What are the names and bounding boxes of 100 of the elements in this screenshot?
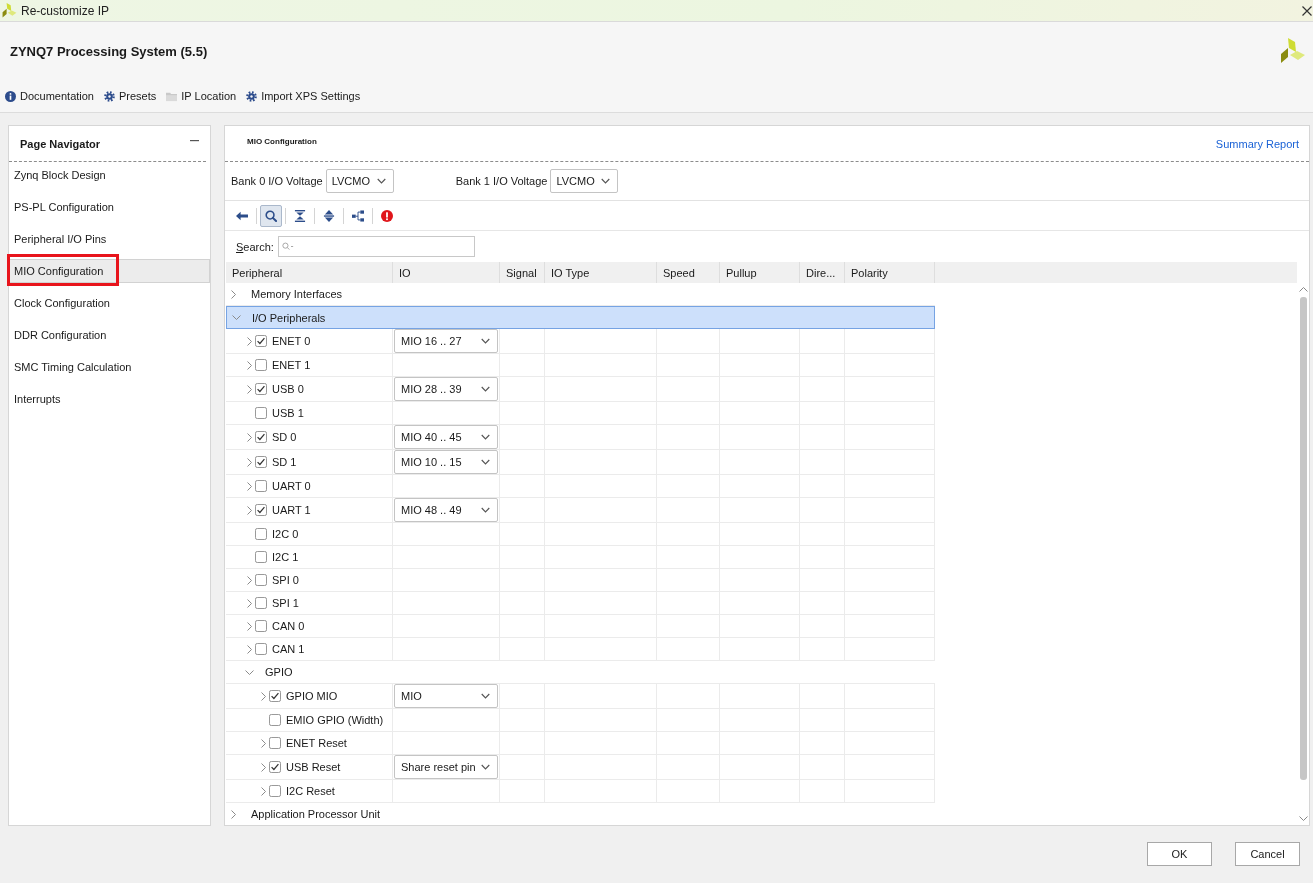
column-header[interactable]: Pullup	[720, 262, 800, 283]
nav-item[interactable]: MIO Configuration	[9, 259, 210, 283]
checkbox[interactable]	[269, 714, 281, 726]
search-field[interactable]	[277, 236, 475, 257]
close-icon[interactable]	[1302, 5, 1312, 16]
toolbar-link[interactable]: Import XPS Settings	[246, 87, 361, 105]
voltage-dropdown[interactable]: LVCMO	[550, 169, 619, 193]
table-row[interactable]: I2C 0	[226, 523, 935, 546]
io-dropdown[interactable]: MIO 10 .. 15	[394, 450, 498, 474]
chevron-down-icon[interactable]	[245, 669, 254, 675]
nav-item[interactable]: DDR Configuration	[9, 323, 210, 347]
chevron-right-icon[interactable]	[231, 809, 236, 819]
scroll-up-icon[interactable]	[1298, 287, 1308, 292]
table-row[interactable]: I2C 1	[226, 546, 935, 569]
io-dropdown[interactable]: MIO 16 .. 27	[394, 329, 498, 353]
checkbox[interactable]	[255, 528, 267, 540]
chevron-right-icon[interactable]	[260, 691, 266, 701]
chevron-down-icon	[481, 764, 490, 770]
io-dropdown[interactable]: MIO 40 .. 45	[394, 425, 498, 449]
chevron-right-icon[interactable]	[246, 575, 252, 585]
table-row[interactable]: USB Reset Share reset pin	[226, 755, 935, 780]
column-header[interactable]: Peripheral	[226, 262, 393, 283]
table-row[interactable]: UART 1 MIO 48 .. 49	[226, 498, 935, 523]
table-row[interactable]: I2C Reset	[226, 780, 935, 803]
nav-item[interactable]: Zynq Block Design	[9, 163, 210, 187]
chevron-right-icon[interactable]	[260, 786, 266, 796]
scroll-down-icon[interactable]	[1298, 816, 1308, 821]
chevron-down-icon[interactable]	[232, 315, 241, 320]
column-header[interactable]: Speed	[657, 262, 720, 283]
table-row[interactable]: ENET 0 MIO 16 .. 27	[226, 329, 935, 354]
chevron-right-icon[interactable]	[231, 289, 236, 299]
table-row[interactable]: SD 1 MIO 10 .. 15	[226, 450, 935, 475]
table-row[interactable]: Application Processor Unit	[226, 803, 935, 825]
chevron-right-icon[interactable]	[246, 644, 252, 654]
checkbox[interactable]	[255, 456, 267, 468]
checkbox[interactable]	[255, 359, 267, 371]
column-header[interactable]: Dire...	[800, 262, 845, 283]
table-row[interactable]: I/O Peripherals	[226, 306, 935, 329]
table-row[interactable]: USB 0 MIO 28 .. 39	[226, 377, 935, 402]
toolbar-link[interactable]: IP Location	[166, 87, 237, 105]
chevron-right-icon[interactable]	[260, 738, 266, 748]
chevron-right-icon[interactable]	[246, 336, 252, 346]
ok-button[interactable]: OK	[1147, 842, 1212, 866]
voltage-dropdown[interactable]: LVCMO	[325, 169, 394, 193]
nav-item[interactable]: Interrupts	[9, 387, 210, 411]
checkbox[interactable]	[255, 551, 267, 563]
toolbar-link[interactable]: Documentation	[5, 87, 94, 105]
scrollbar-thumb[interactable]	[1299, 297, 1307, 780]
chevron-right-icon[interactable]	[246, 384, 252, 394]
table-row[interactable]: ENET Reset	[226, 732, 935, 755]
table-row[interactable]: CAN 0	[226, 615, 935, 638]
io-dropdown[interactable]: MIO	[394, 684, 498, 708]
io-dropdown[interactable]: MIO 48 .. 49	[394, 498, 498, 522]
table-row[interactable]: SPI 0	[226, 569, 935, 592]
checkbox[interactable]	[255, 480, 267, 492]
io-dropdown[interactable]: Share reset pin	[394, 755, 498, 779]
checkbox[interactable]	[255, 504, 267, 516]
checkbox[interactable]	[255, 643, 267, 655]
column-header[interactable]: IO Type	[545, 262, 657, 283]
column-header[interactable]: Signal	[500, 262, 545, 283]
table-row[interactable]: EMIO GPIO (Width)	[226, 709, 935, 732]
app-logo-icon	[2, 3, 17, 18]
table-row[interactable]: SPI 1	[226, 592, 935, 615]
chevron-right-icon[interactable]	[246, 481, 252, 491]
checkbox[interactable]	[269, 785, 281, 797]
checkbox[interactable]	[255, 407, 267, 419]
chevron-right-icon[interactable]	[260, 762, 266, 772]
table-row[interactable]: USB 1	[226, 402, 935, 425]
chevron-right-icon[interactable]	[246, 360, 252, 370]
nav-item[interactable]: Peripheral I/O Pins	[9, 227, 210, 251]
nav-item[interactable]: Clock Configuration	[9, 291, 210, 315]
table-row[interactable]: ENET 1	[226, 354, 935, 377]
minimize-icon[interactable]	[190, 139, 199, 142]
checkbox[interactable]	[255, 383, 267, 395]
chevron-right-icon[interactable]	[246, 432, 252, 442]
column-header[interactable]: IO	[393, 262, 500, 283]
checkbox[interactable]	[255, 620, 267, 632]
chevron-right-icon[interactable]	[246, 505, 252, 515]
cancel-button[interactable]: Cancel	[1235, 842, 1300, 866]
table-row[interactable]: CAN 1	[226, 638, 935, 661]
column-header[interactable]: Polarity	[845, 262, 935, 283]
checkbox[interactable]	[269, 761, 281, 773]
summary-report-link[interactable]: Summary Report	[1215, 137, 1299, 150]
checkbox[interactable]	[269, 737, 281, 749]
tool-button[interactable]	[260, 204, 282, 227]
table-row[interactable]: UART 0	[226, 475, 935, 498]
nav-item[interactable]: SMC Timing Calculation	[9, 355, 210, 379]
table-row[interactable]: SD 0 MIO 40 .. 45	[226, 425, 935, 450]
chevron-right-icon[interactable]	[246, 598, 252, 608]
checkbox[interactable]	[255, 335, 267, 347]
nav-item[interactable]: PS-PL Configuration	[9, 195, 210, 219]
chevron-right-icon[interactable]	[246, 457, 252, 467]
checkbox[interactable]	[269, 690, 281, 702]
checkbox[interactable]	[255, 574, 267, 586]
table-row[interactable]: GPIO MIO MIO	[226, 684, 935, 709]
checkbox[interactable]	[255, 431, 267, 443]
checkbox[interactable]	[255, 597, 267, 609]
toolbar-link[interactable]: Presets	[104, 87, 157, 105]
chevron-right-icon[interactable]	[246, 621, 252, 631]
io-dropdown[interactable]: MIO 28 .. 39	[394, 377, 498, 401]
